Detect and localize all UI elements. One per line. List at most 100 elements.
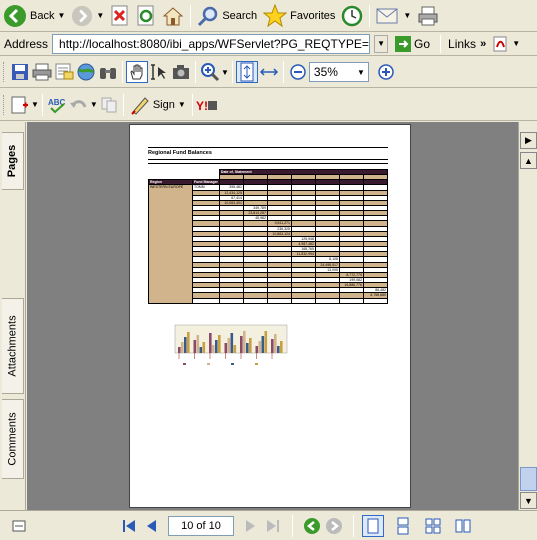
chart-bar	[218, 335, 221, 353]
home-icon	[162, 6, 184, 25]
facing-view-icon[interactable]	[422, 515, 444, 537]
tab-comments[interactable]: Comments	[2, 399, 24, 479]
scroll-thumb[interactable]	[520, 467, 537, 491]
toolbar-grip[interactable]	[3, 62, 6, 82]
save-icon[interactable]	[9, 61, 31, 83]
chart-bar	[258, 341, 262, 353]
binoculars-icon[interactable]	[97, 61, 119, 83]
print-icon[interactable]	[31, 61, 53, 83]
address-dropdown-button[interactable]: ▼	[374, 34, 389, 53]
chevron-down-icon[interactable]: ▼	[90, 100, 98, 109]
email-document-icon[interactable]	[53, 61, 75, 83]
go-back-view-icon[interactable]	[301, 515, 323, 537]
value-cell	[314, 297, 340, 305]
title-underline	[148, 159, 388, 160]
chevron-down-icon[interactable]: ▼	[221, 68, 229, 77]
toolbar-separator	[440, 34, 442, 53]
search-label: Search	[222, 9, 258, 22]
spell-check-icon[interactable]: ABC	[46, 94, 68, 116]
tab-pages-label: Pages	[6, 144, 19, 178]
acrobat-icon	[493, 36, 507, 51]
go-forward-view-icon[interactable]	[323, 515, 345, 537]
snapshot-camera-icon[interactable]	[170, 61, 192, 83]
fit-page-icon[interactable]	[235, 61, 258, 83]
history-icon	[342, 5, 363, 26]
toolbar-grip[interactable]	[3, 94, 6, 115]
acrobat-menu-button[interactable]: ▼	[490, 34, 523, 54]
zoom-value: 35%	[313, 65, 338, 79]
tab-attachments[interactable]: Attachments	[2, 298, 24, 394]
select-text-icon[interactable]	[148, 61, 170, 83]
refresh-icon	[137, 5, 154, 25]
scroll-down-arrow-icon[interactable]: ▼	[520, 492, 537, 509]
chart-bar	[264, 331, 268, 353]
create-pdf-icon[interactable]	[9, 94, 31, 116]
first-page-icon[interactable]	[118, 515, 140, 537]
star-icon	[263, 3, 288, 27]
next-page-icon[interactable]	[240, 515, 262, 537]
search-button[interactable]: Search	[194, 3, 260, 29]
chart-bar	[199, 347, 203, 353]
hand-tool-icon[interactable]	[126, 61, 148, 83]
manager-header: Fund Manager	[192, 179, 220, 186]
svg-text:Y!: Y!	[196, 99, 208, 113]
chart-bar	[184, 337, 187, 353]
yahoo-toolbar-icon[interactable]: Y!	[196, 94, 218, 116]
chevron-down-icon[interactable]: ▼	[31, 100, 39, 109]
toolbar-separator	[191, 93, 193, 116]
last-page-icon[interactable]	[262, 515, 284, 537]
chevron-down-icon[interactable]: ▼	[357, 68, 368, 77]
pen-sign-icon	[131, 96, 149, 115]
address-input[interactable]: e http://localhost:8080/ibi_apps/WFServl…	[52, 33, 371, 54]
favorites-label: Favorites	[290, 9, 336, 22]
mail-button[interactable]: ▼	[373, 3, 414, 29]
zoom-input[interactable]: 35% ▼	[308, 62, 369, 82]
web-search-icon[interactable]	[75, 61, 97, 83]
zoom-in-plus-icon[interactable]	[375, 61, 397, 83]
legend-swatch	[183, 363, 186, 365]
previous-page-icon[interactable]	[140, 515, 162, 537]
go-arrow-icon	[395, 35, 412, 52]
continuous-facing-view-icon[interactable]	[452, 515, 474, 537]
stop-button[interactable]	[107, 3, 133, 29]
chart-bar	[255, 346, 259, 353]
vertical-scrollbar[interactable]: ▶ ▲ ▼	[518, 122, 537, 510]
single-page-view-icon[interactable]	[362, 514, 384, 537]
home-button[interactable]	[159, 3, 187, 29]
chart-bar	[178, 347, 181, 353]
page-number-input[interactable]: 10 of 10	[168, 515, 234, 536]
history-button[interactable]	[338, 3, 366, 29]
back-button[interactable]: Back ▼	[0, 3, 68, 29]
panel-toggle-icon[interactable]	[8, 515, 30, 537]
toolbar-separator	[292, 514, 293, 537]
forward-button[interactable]: ▼	[68, 3, 107, 29]
chevron-down-icon[interactable]: ▼	[57, 11, 65, 20]
zoom-in-icon[interactable]	[199, 61, 221, 83]
chart-bar	[230, 333, 234, 353]
sign-button[interactable]: Sign ▼	[127, 92, 189, 118]
copy-icon[interactable]	[98, 94, 120, 116]
links-label[interactable]: Links	[448, 37, 476, 51]
print-button[interactable]	[414, 3, 442, 29]
toolbar-separator	[282, 61, 284, 83]
favorites-button[interactable]: Favorites	[260, 3, 338, 29]
search-icon	[198, 6, 218, 26]
tab-pages[interactable]: Pages	[2, 132, 24, 190]
chart-bar	[274, 334, 277, 353]
chevron-down-icon[interactable]: ▼	[96, 11, 104, 20]
continuous-view-icon[interactable]	[392, 515, 414, 537]
go-button[interactable]: Go	[392, 34, 433, 54]
scroll-up-arrow-icon[interactable]: ▲	[520, 152, 537, 169]
double-chevron-icon[interactable]: »	[480, 38, 486, 50]
zoom-out-icon[interactable]	[287, 61, 309, 83]
chart-bar	[181, 342, 184, 353]
refresh-button[interactable]	[133, 3, 159, 29]
value-cell	[362, 297, 389, 305]
scroll-right-arrow-icon[interactable]: ▶	[520, 132, 537, 149]
chart-bar	[240, 336, 243, 353]
chevron-down-icon[interactable]: ▼	[403, 11, 411, 20]
fit-width-icon[interactable]	[258, 61, 280, 83]
undo-icon[interactable]	[68, 94, 90, 116]
document-viewport[interactable]: Regional Fund Balances Date of, Statemen…	[27, 122, 518, 510]
back-arrow-icon	[4, 4, 26, 27]
